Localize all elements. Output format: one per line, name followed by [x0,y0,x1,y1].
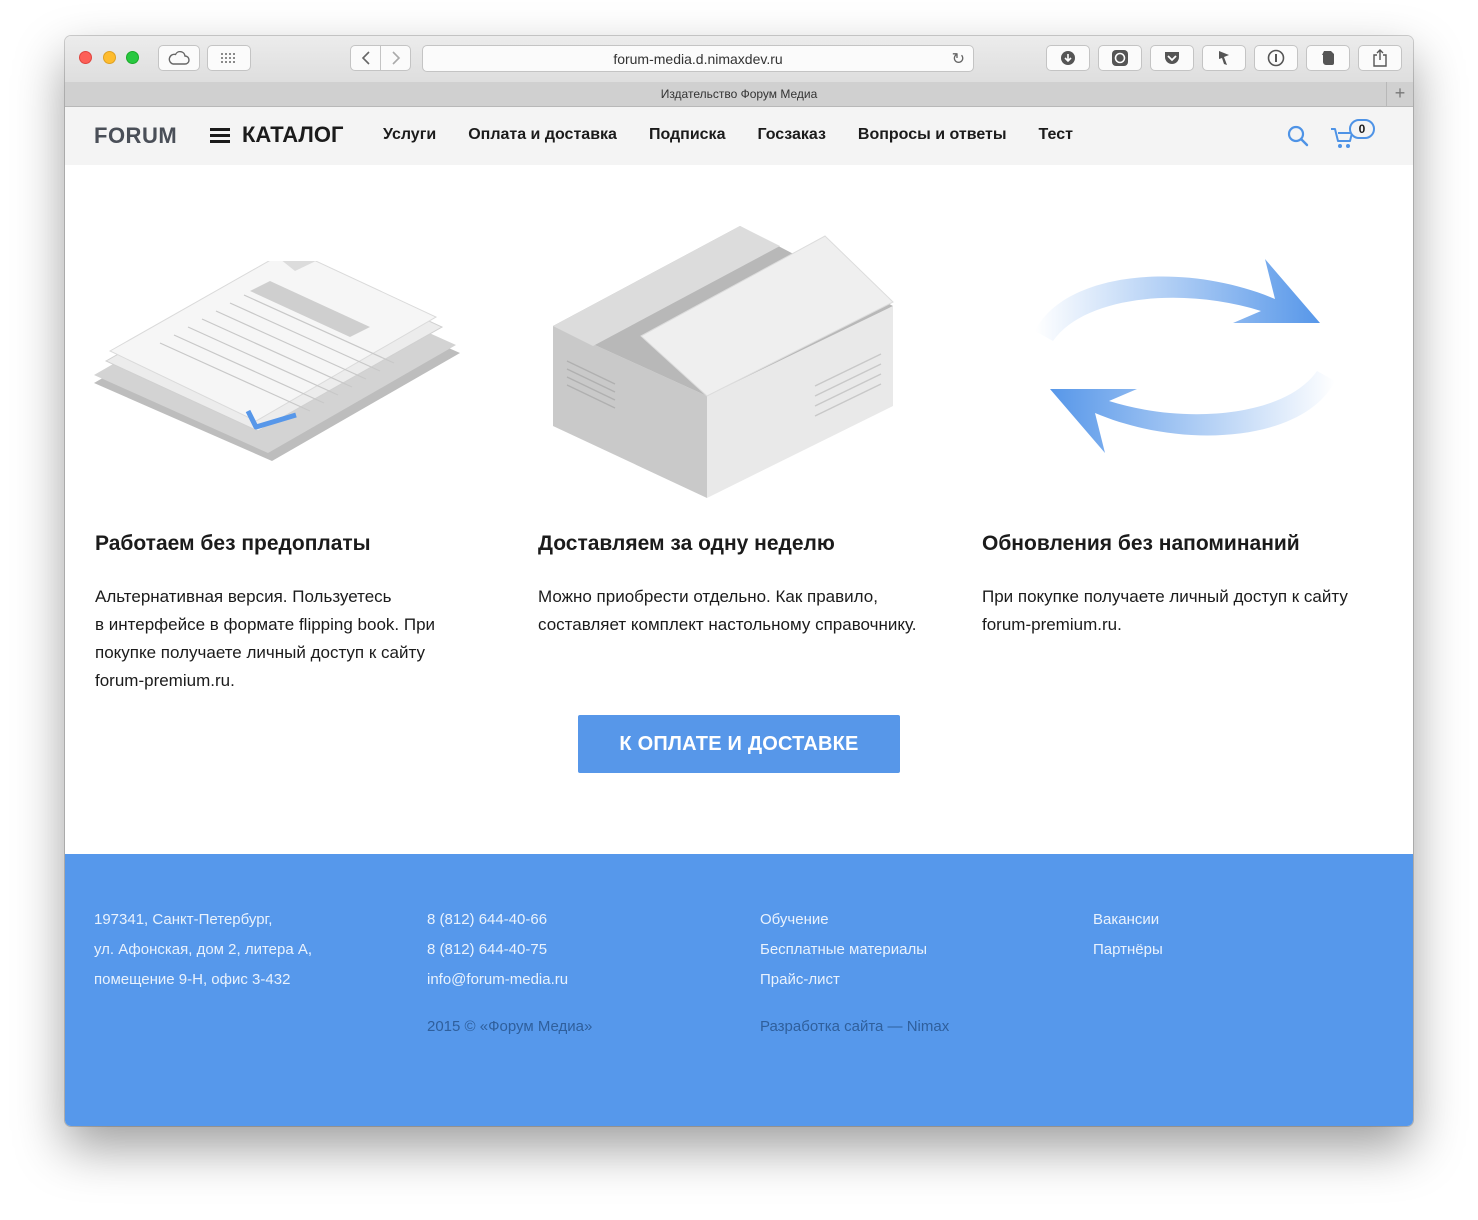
nav-item-test[interactable]: Тест [1039,126,1073,144]
browser-toolbar: forum-media.d.nimaxdev.ru ↻ [65,36,1413,83]
footer-phone-2[interactable]: 8 (812) 644-40-75 [427,940,568,970]
nav-item-payment-delivery[interactable]: Оплата и доставка [468,126,617,144]
nav-item-services[interactable]: Услуги [383,126,436,144]
footer-links-1: Обучение Бесплатные материалы Прайс-лист [760,910,927,1000]
reload-icon[interactable]: ↻ [952,49,965,69]
evernote-extension-button[interactable] [1306,45,1350,71]
camera-icon [1112,50,1128,66]
share-button[interactable] [1358,45,1402,71]
forward-icon [391,51,400,65]
feature-text-updates: При покупке получаете личный доступ к са… [982,587,1348,634]
footer-phone-1[interactable]: 8 (812) 644-40-66 [427,910,568,940]
address-bar[interactable]: forum-media.d.nimaxdev.ru ↻ [422,45,974,72]
pocket-extension-button[interactable] [1150,45,1194,71]
footer-link-partners[interactable]: Партнёры [1093,940,1163,970]
footer-links-2: Вакансии Партнёры [1093,910,1163,970]
feature-title-delivery: Доставляем за одну неделю [538,532,835,555]
screenshot-extension-button[interactable] [1098,45,1142,71]
feature-text-delivery: Можно приобрести отдельно. Как правило, … [538,587,917,634]
nav-item-subscription[interactable]: Подписка [649,126,726,144]
info-icon [1267,49,1285,67]
tab-overview-button[interactable] [207,45,251,71]
grid-icon [221,53,235,63]
download-icon [1061,51,1075,65]
url-text: forum-media.d.nimaxdev.ru [613,50,783,67]
hamburger-icon [210,125,230,146]
close-window-button[interactable] [79,51,92,64]
footer-link-vacancies[interactable]: Вакансии [1093,910,1163,940]
back-button[interactable] [350,45,381,71]
bird-icon [1219,51,1229,65]
nav-item-faq[interactable]: Вопросы и ответы [858,126,1007,144]
password-extension-button[interactable] [1254,45,1298,71]
feature-title-updates: Обновления без напоминаний [982,532,1300,555]
cloud-icon [168,51,190,65]
sync-arrows-icon [1035,259,1335,453]
footer-developer-link[interactable]: Разработка сайта — Nimax [760,1018,949,1035]
tab-title[interactable]: Издательство Форум Медиа [661,87,818,101]
footer-link-price-list[interactable]: Прайс-лист [760,970,927,1000]
footer-contacts: 8 (812) 644-40-66 8 (812) 644-40-75 info… [427,910,568,1000]
footer-link-training[interactable]: Обучение [760,910,927,940]
footer-email[interactable]: info@forum-media.ru [427,970,568,1000]
box-illustration [553,226,894,498]
feature-title-no-prepayment: Работаем без предоплаты [95,532,371,555]
documents-illustration [94,261,460,461]
new-tab-button[interactable]: + [1386,82,1413,106]
share-icon [1373,49,1387,67]
cart-button[interactable]: 0 [1329,119,1377,151]
footer-link-free-materials[interactable]: Бесплатные материалы [760,940,927,970]
footer-copyright: 2015 © «Форум Медиа» [427,1018,593,1035]
search-icon[interactable] [1285,123,1311,149]
bird-extension-button[interactable] [1202,45,1246,71]
catalog-menu-button[interactable]: КАТАЛОГ [210,122,343,148]
site-header: FORUM КАТАЛОГ Услуги Оплата и доставка П… [65,107,1413,165]
site-logo[interactable]: FORUM [94,123,177,149]
minimize-window-button[interactable] [103,51,116,64]
cart-count-badge: 0 [1349,119,1375,139]
feature-text-no-prepayment: Альтернативная версия. Пользуетесь в инт… [95,587,436,690]
site-footer: 197341, Санкт-Петербург, ул. Афонская, д… [65,854,1413,1126]
pocket-icon [1165,52,1179,64]
browser-window: forum-media.d.nimaxdev.ru ↻ Издательство… [65,36,1413,1126]
nav-item-goszakaz[interactable]: Госзаказ [757,126,825,144]
catalog-label: КАТАЛОГ [242,122,344,147]
downloads-button[interactable] [1046,45,1090,71]
back-icon [361,51,370,65]
evernote-icon [1322,51,1334,65]
tab-bar: Издательство Форум Медиа + [65,82,1413,107]
footer-address: 197341, Санкт-Петербург, ул. Афонская, д… [94,911,313,988]
icloud-tabs-button[interactable] [158,45,200,71]
main-nav: Услуги Оплата и доставка Подписка Госзак… [383,126,1105,144]
zoom-window-button[interactable] [126,51,139,64]
payment-delivery-button[interactable]: К ОПЛАТЕ И ДОСТАВКЕ [578,715,900,773]
forward-button[interactable] [380,45,411,71]
